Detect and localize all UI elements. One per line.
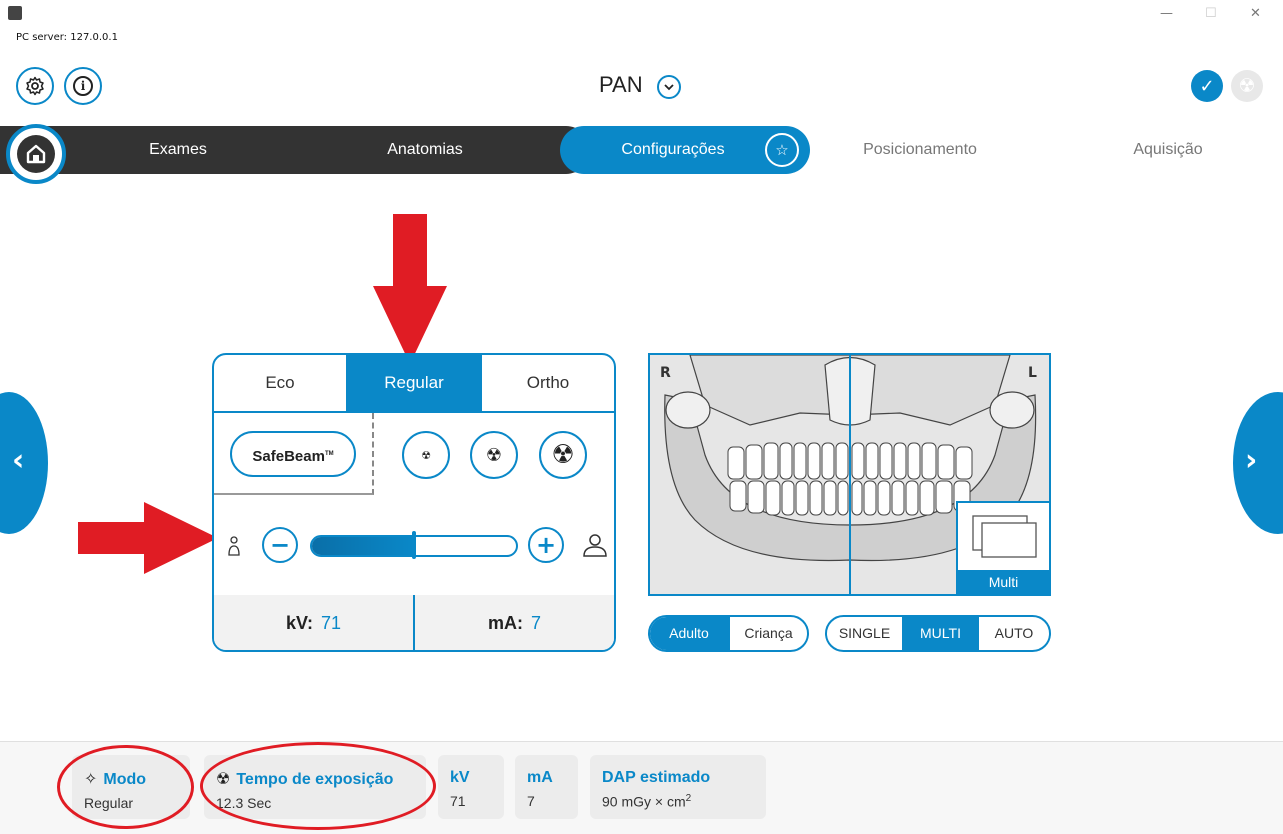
mode-tabs: Eco Regular Ortho — [214, 355, 614, 413]
dose-low-button[interactable]: ☢ — [402, 431, 450, 479]
summary-dap-title: DAP estimado — [602, 769, 711, 786]
left-side-marker: L — [1028, 365, 1037, 381]
chevron-left-icon: ‹ — [12, 443, 25, 478]
summary-dap-card: DAP estimado 90 mGy × cm2 — [590, 755, 766, 819]
window-titlebar: PC server: 127.0.0.1 — ☐ ✕ — [0, 0, 1283, 48]
settings-button[interactable] — [16, 67, 54, 105]
ma-label: mA: — [487, 613, 523, 633]
multi-view-button[interactable]: Multi — [956, 501, 1049, 594]
increase-button[interactable]: + — [528, 527, 564, 563]
multi-label: Multi — [958, 570, 1049, 594]
summary-kv-value: 71 — [450, 793, 466, 809]
option-crianca[interactable]: Criança — [728, 617, 807, 650]
radiation-status-icon: ☢ — [1231, 70, 1263, 102]
safebeam-button[interactable]: SafeBeamTM — [230, 431, 356, 477]
annotation-ellipse-exposure — [200, 742, 436, 830]
option-auto[interactable]: AUTO — [977, 617, 1049, 650]
info-button[interactable]: i — [64, 67, 102, 105]
small-person-icon — [228, 536, 240, 556]
chevron-right-icon: › — [1245, 443, 1258, 478]
summary-ma-value: 7 — [527, 793, 535, 809]
chevron-down-icon — [664, 84, 674, 91]
favorite-star-icon[interactable]: ☆ — [765, 133, 799, 167]
radiation-large-icon: ☢ — [551, 440, 575, 470]
home-icon — [26, 144, 46, 164]
home-button[interactable] — [6, 124, 66, 184]
annotation-ellipse-mode — [57, 745, 194, 829]
kv-ma-readouts: kV: 71 mA: 7 — [214, 595, 614, 650]
slider-thumb[interactable] — [412, 531, 416, 559]
radiation-small-icon: ☢ — [421, 448, 431, 462]
app-icon — [8, 6, 22, 20]
mode-tab-ortho[interactable]: Ortho — [480, 355, 614, 411]
patient-type-toggle: Adulto Criança — [648, 615, 809, 652]
dose-medium-button[interactable]: ☢ — [470, 431, 518, 479]
dap-value-text: 90 mGy × cm — [602, 793, 686, 810]
large-person-icon — [583, 534, 607, 557]
summary-ma-title: mA — [527, 769, 553, 786]
summary-dap-value: 90 mGy × cm2 — [602, 793, 754, 810]
exam-type-dropdown[interactable] — [657, 75, 681, 99]
safebeam-zone: SafeBeamTM — [214, 413, 374, 495]
tab-anatomias[interactable]: Anatomias — [335, 126, 515, 174]
safebeam-label: SafeBeam — [252, 448, 325, 465]
annotation-arrow-right — [78, 502, 218, 574]
tab-posicionamento[interactable]: Posicionamento — [830, 126, 1010, 174]
ready-check-icon[interactable]: ✓ — [1191, 70, 1223, 102]
mode-tab-eco[interactable]: Eco — [214, 355, 346, 411]
next-button[interactable] — [1233, 392, 1283, 534]
annotation-arrow-down — [373, 214, 447, 364]
summary-kv-title: kV — [450, 769, 470, 786]
close-button[interactable]: ✕ — [1250, 6, 1261, 21]
summary-kv-card: kV 71 — [438, 755, 504, 819]
dap-unit-exponent: 2 — [685, 793, 692, 804]
ma-readout: mA: 7 — [413, 595, 614, 650]
server-address: PC server: 127.0.0.1 — [16, 32, 118, 43]
slider-fill — [312, 537, 414, 555]
info-icon: i — [73, 76, 93, 96]
tab-configuracoes[interactable]: Configurações — [583, 126, 763, 174]
minimize-button[interactable]: — — [1160, 6, 1173, 21]
option-adulto[interactable]: Adulto — [650, 617, 728, 650]
kv-label: kV: — [285, 613, 313, 633]
radiation-medium-icon: ☢ — [485, 444, 503, 466]
ma-value: 7 — [530, 613, 541, 633]
option-multi[interactable]: MULTI — [902, 617, 977, 650]
trademark-mark: TM — [324, 451, 334, 457]
mode-tab-regular[interactable]: Regular — [346, 355, 480, 411]
summary-ma-card: mA 7 — [515, 755, 578, 819]
page-title: PAN — [599, 72, 643, 97]
tab-aquisicao[interactable]: Aquisição — [1078, 126, 1258, 174]
panoramic-preview: R L Multi — [648, 353, 1051, 596]
option-single[interactable]: SINGLE — [827, 617, 902, 650]
decrease-button[interactable]: − — [262, 527, 298, 563]
maximize-button[interactable]: ☐ — [1205, 6, 1217, 21]
exposure-settings-panel: Eco Regular Ortho SafeBeamTM ☢ ☢ ☢ − + k… — [212, 353, 616, 652]
acquisition-mode-toggle: SINGLE MULTI AUTO — [825, 615, 1051, 652]
kv-value: 71 — [321, 613, 342, 633]
dose-high-button[interactable]: ☢ — [539, 431, 587, 479]
gear-icon — [26, 76, 44, 96]
right-side-marker: R — [660, 365, 671, 381]
tab-exames[interactable]: Exames — [88, 126, 268, 174]
kv-readout: kV: 71 — [214, 595, 413, 650]
patient-size-slider-row: − + — [214, 523, 614, 567]
home-icon-bg — [17, 135, 55, 173]
multi-frames-icon — [972, 515, 1037, 558]
